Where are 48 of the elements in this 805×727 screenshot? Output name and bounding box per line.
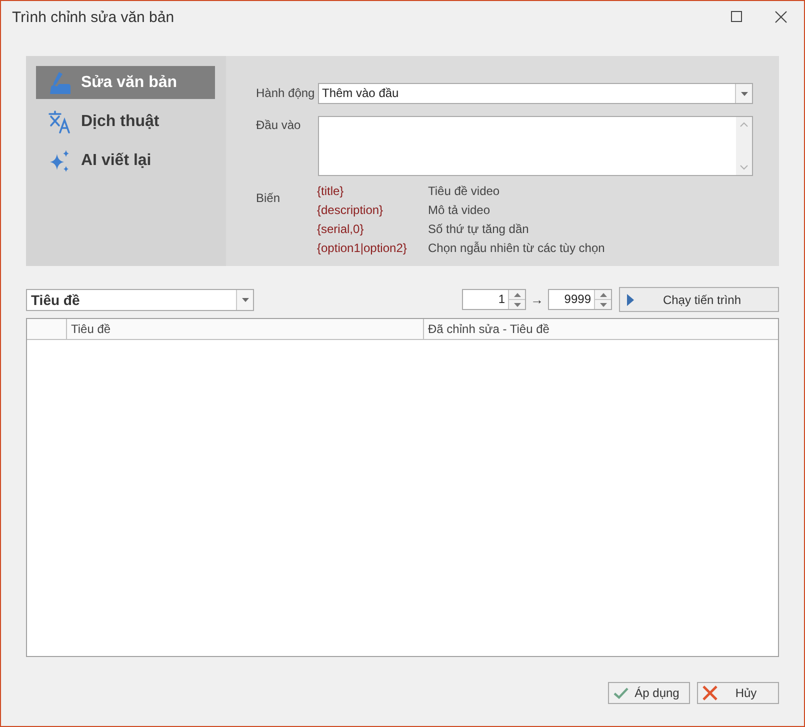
- field-label: Biến: [256, 190, 282, 207]
- variable-token: {description}: [317, 202, 384, 219]
- sidebar-item[interactable]: Sửa văn bản: [36, 66, 215, 99]
- variable-token: {title}: [317, 183, 345, 200]
- close-icon: [775, 10, 787, 22]
- play-icon: [627, 294, 634, 306]
- column-header[interactable]: Đã chỉnh sửa - Tiêu đề: [424, 319, 778, 339]
- column-dropdown[interactable]: Tiêu đề: [26, 288, 254, 310]
- writing-hand-icon: [48, 70, 72, 94]
- caret-icon: [740, 92, 748, 96]
- variable-description: Chọn ngẫu nhiên từ các tùy chọn: [428, 240, 606, 257]
- variable-token: {serial,0}: [317, 221, 365, 238]
- maximize-button[interactable]: [731, 11, 742, 22]
- field-label: Hành động: [256, 85, 316, 102]
- translate-icon: [48, 110, 72, 134]
- maximize-icon: [731, 11, 742, 22]
- down-arrow-icon: [600, 302, 606, 306]
- spin-down-button[interactable]: [595, 299, 611, 309]
- variable-description: Số thứ tự tăng dần: [428, 221, 530, 238]
- check-icon: [613, 687, 629, 699]
- up-arrow-icon: [514, 292, 520, 296]
- close-button[interactable]: [775, 10, 787, 22]
- spin-up-button[interactable]: [509, 290, 525, 299]
- cross-icon: [702, 685, 718, 701]
- chevron-down-icon: [740, 165, 748, 170]
- scrollbar[interactable]: [736, 117, 752, 175]
- number-field[interactable]: 9999: [548, 289, 612, 310]
- variable-description: Tiêu đề video: [428, 183, 501, 200]
- apply-button[interactable]: Áp dụng: [608, 682, 690, 704]
- spin-up-button[interactable]: [595, 290, 611, 299]
- number-field[interactable]: 1: [462, 289, 526, 310]
- window-title: Trình chỉnh sửa văn bản: [12, 8, 176, 26]
- variable-description: Mô tả video: [428, 202, 492, 219]
- chevron-up-icon: [740, 122, 748, 127]
- spin-down-button[interactable]: [509, 299, 525, 309]
- range-arrow: →: [530, 292, 544, 307]
- sidebar-item[interactable]: AI viết lại: [36, 144, 215, 177]
- cancel-button[interactable]: Hủy: [697, 682, 779, 704]
- run-button[interactable]: Chạy tiến trình: [619, 287, 779, 312]
- sidebar-item[interactable]: Dịch thuật: [36, 105, 215, 138]
- column-header[interactable]: Tiêu đề: [67, 319, 424, 339]
- action-dropdown[interactable]: Thêm vào đầu: [318, 83, 753, 104]
- variable-token: {option1|option2}: [317, 240, 408, 257]
- down-arrow-icon: [514, 302, 520, 306]
- field-label: Đầu vào: [256, 117, 302, 134]
- up-arrow-icon: [600, 292, 606, 296]
- caret-icon: [242, 298, 248, 302]
- input-field[interactable]: [318, 116, 753, 176]
